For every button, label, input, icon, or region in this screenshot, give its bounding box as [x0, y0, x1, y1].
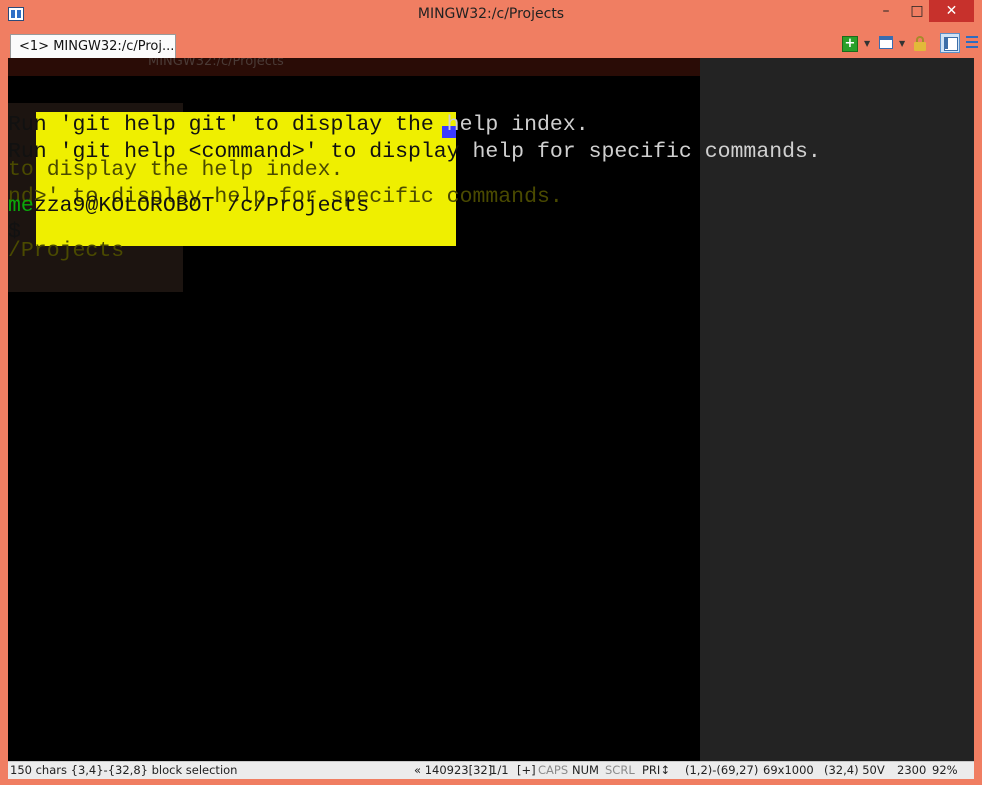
- status-cursor[interactable]: (32,4) 50V: [824, 762, 885, 778]
- status-plus[interactable]: [+]: [517, 762, 536, 778]
- status-zoom[interactable]: 92%: [932, 762, 958, 778]
- close-button[interactable]: ✕: [929, 0, 974, 22]
- panel-view-icon[interactable]: [940, 33, 960, 53]
- window-dropdown-icon[interactable]: ▼: [899, 36, 905, 52]
- status-scrl[interactable]: SCRL: [605, 762, 635, 778]
- ghost-window-bar: MINGW32:/c/Projects: [8, 58, 700, 76]
- terminal-text: help index.: [433, 113, 589, 137]
- prompt-line: mezza9@KOLOROBOT /c/Projects: [8, 193, 369, 219]
- status-bar: 150 chars {3,4}-{32,8} block selection «…: [8, 761, 974, 779]
- window-title: MINGW32:/c/Projects: [417, 6, 565, 22]
- console-area[interactable]: MINGW32:/c/Projects to display the help …: [8, 58, 974, 761]
- new-console-dropdown-icon[interactable]: ▼: [864, 36, 870, 52]
- terminal-text-selected: Run 'git help <command>' to display: [8, 140, 460, 164]
- prompt-user: me: [8, 194, 34, 218]
- status-pri[interactable]: PRI↕: [642, 762, 670, 778]
- prompt-symbol: $: [8, 220, 21, 244]
- prompt-host-path: zza9@KOLOROBOT /c/Projects: [33, 194, 370, 218]
- status-range[interactable]: (1,2)-(69,27): [685, 762, 758, 778]
- tab-console-1[interactable]: <1> MINGW32:/c/Proj...: [10, 34, 176, 58]
- lock-icon[interactable]: [914, 36, 926, 51]
- window-icon[interactable]: [879, 36, 893, 49]
- tab-bar: <1> MINGW32:/c/Proj... + ▼ ▼: [8, 32, 978, 58]
- terminal-text-selected: Run 'git help git' to display the: [8, 113, 434, 137]
- status-caps[interactable]: CAPS: [538, 762, 568, 778]
- terminal-line: Run 'git help git' to display the help i…: [8, 112, 589, 138]
- status-selection: 150 chars {3,4}-{32,8} block selection: [10, 763, 238, 777]
- terminal-text: help for specific commands.: [459, 140, 821, 164]
- new-console-icon[interactable]: +: [842, 36, 858, 52]
- status-pages[interactable]: 1/1: [490, 762, 509, 778]
- terminal-line: Run 'git help <command>' to display help…: [8, 139, 821, 165]
- status-size[interactable]: 69x1000: [763, 762, 814, 778]
- status-num[interactable]: NUM: [572, 762, 599, 778]
- minimize-button[interactable]: –: [870, 0, 902, 22]
- ghost-line: /Projects: [8, 239, 125, 263]
- ghost-window-title: MINGW32:/c/Projects: [148, 58, 284, 69]
- status-buffer[interactable]: « 140923[32]: [414, 762, 492, 778]
- menu-icon[interactable]: [966, 36, 978, 48]
- title-bar: MINGW32:/c/Projects – □ ✕: [0, 0, 982, 30]
- status-pid[interactable]: 2300: [897, 762, 926, 778]
